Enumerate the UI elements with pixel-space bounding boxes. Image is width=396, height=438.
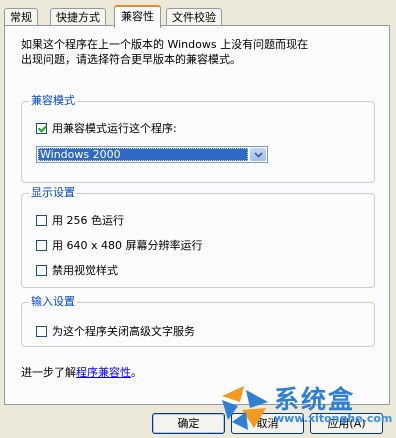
tab-strip: 常规 快捷方式 兼容性 文件校验 xyxy=(4,5,394,28)
tab-file-hash[interactable]: 文件校验 xyxy=(166,8,222,26)
chevron-down-icon xyxy=(253,151,263,158)
option-640x480-row[interactable]: 用 640 x 480 屏幕分辨率运行 xyxy=(36,238,203,252)
ok-button[interactable]: 确定 xyxy=(152,413,225,434)
compat-mode-checkbox-row[interactable]: 用兼容模式运行这个程序: xyxy=(36,121,177,135)
option-disable-visual-themes-row[interactable]: 禁用视觉样式 xyxy=(36,263,118,277)
more-info-prefix: 进一步了解 xyxy=(21,366,76,379)
compat-mode-title: 兼容模式 xyxy=(29,94,77,108)
option-disable-advanced-text-row[interactable]: 为这个程序关闭高级文字服务 xyxy=(36,324,195,338)
more-info-suffix: 。 xyxy=(131,366,142,379)
tab-compatibility[interactable]: 兼容性 xyxy=(114,5,161,28)
cancel-button[interactable]: 取消 xyxy=(231,413,304,434)
input-settings-title: 输入设置 xyxy=(29,295,77,309)
tab-general[interactable]: 常规 xyxy=(4,8,38,26)
intro-text: 如果这个程序在上一个版本的 Windows 上没有问题而现在 出现问题，请选择符… xyxy=(21,37,366,67)
intro-text-line2: 出现问题，请选择符合更早版本的兼容模式。 xyxy=(21,53,241,66)
tab-file-hash-label: 文件校验 xyxy=(172,11,216,24)
compat-mode-checkbox[interactable] xyxy=(36,122,47,134)
tab-shortcut-label: 快捷方式 xyxy=(56,11,100,24)
option-640x480-checkbox[interactable] xyxy=(36,239,47,251)
os-version-value: Windows 2000 xyxy=(38,148,248,161)
display-settings-group: 显示设置 用 256 色运行 用 640 x 480 屏幕分辨率运行 禁用视觉样… xyxy=(21,186,375,288)
tab-shortcut[interactable]: 快捷方式 xyxy=(50,8,106,26)
option-256-colors-checkbox[interactable] xyxy=(36,214,47,226)
os-version-select[interactable]: Windows 2000 xyxy=(36,146,268,163)
option-256-colors-row[interactable]: 用 256 色运行 xyxy=(36,213,124,227)
option-disable-advanced-text-label: 为这个程序关闭高级文字服务 xyxy=(52,325,195,338)
option-disable-visual-themes-label: 禁用视觉样式 xyxy=(52,264,118,277)
option-disable-visual-themes-checkbox[interactable] xyxy=(36,264,47,276)
display-settings-title: 显示设置 xyxy=(29,186,77,200)
more-info-text: 进一步了解程序兼容性。 xyxy=(21,364,142,380)
option-640x480-label: 用 640 x 480 屏幕分辨率运行 xyxy=(52,239,203,252)
intro-text-line1: 如果这个程序在上一个版本的 Windows 上没有问题而现在 xyxy=(21,38,309,51)
option-disable-advanced-text-checkbox[interactable] xyxy=(36,325,47,337)
tab-compatibility-label: 兼容性 xyxy=(121,10,154,23)
apply-button[interactable]: 应用(A) xyxy=(310,413,383,434)
input-settings-group: 输入设置 为这个程序关闭高级文字服务 xyxy=(21,295,375,347)
compat-mode-group: 兼容模式 用兼容模式运行这个程序: Windows 2000 xyxy=(21,94,375,183)
compat-mode-checkbox-label: 用兼容模式运行这个程序: xyxy=(52,122,177,135)
compatibility-panel: 如果这个程序在上一个版本的 Windows 上没有问题而现在 出现问题，请选择符… xyxy=(4,25,390,405)
dropdown-button[interactable] xyxy=(250,148,266,161)
program-compatibility-link[interactable]: 程序兼容性 xyxy=(76,366,131,379)
option-256-colors-label: 用 256 色运行 xyxy=(52,214,124,227)
tab-general-label: 常规 xyxy=(10,11,32,24)
